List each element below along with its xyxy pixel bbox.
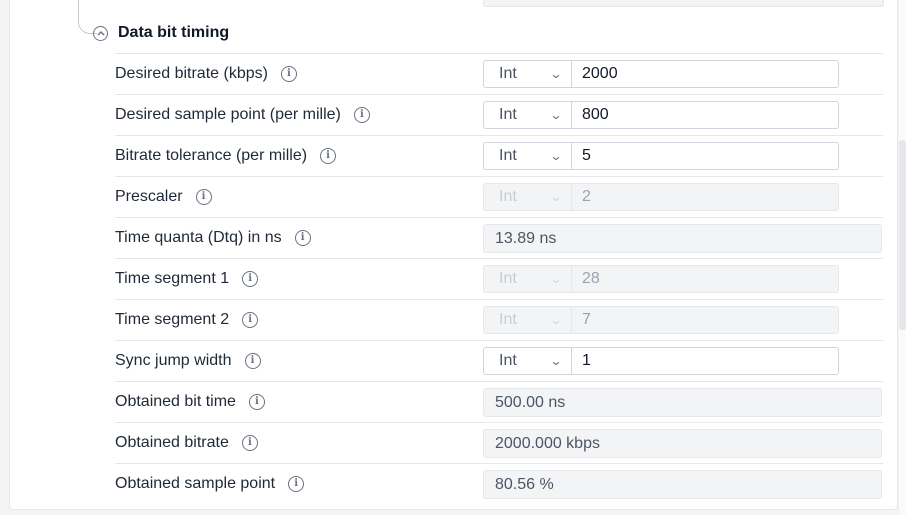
- prescaler-input-disabled: 2: [571, 183, 839, 211]
- obtained-sample-point-value: 80.56 %: [483, 470, 882, 499]
- row-obtained-bit-time: Obtained bit time i 500.00 ns: [115, 381, 883, 422]
- row-prescaler: Prescaler i Int ⌄ 2: [115, 176, 883, 217]
- time-segment-1-input-disabled: 28: [571, 265, 839, 293]
- row-obtained-bitrate: Obtained bitrate i 2000.000 kbps: [115, 422, 883, 463]
- field-label: Obtained sample point: [115, 475, 276, 492]
- field-label: Obtained bitrate: [115, 434, 229, 451]
- field-label: Obtained bit time: [115, 393, 236, 410]
- type-select[interactable]: Int ⌄: [483, 347, 571, 375]
- desired-bitrate-input[interactable]: 2000: [571, 60, 839, 88]
- info-icon[interactable]: i: [242, 271, 259, 287]
- row-desired-bitrate: Desired bitrate (kbps) i Int ⌄ 2000: [115, 53, 883, 94]
- type-select-disabled: Int ⌄: [483, 306, 571, 334]
- info-icon[interactable]: i: [288, 476, 305, 492]
- info-icon[interactable]: i: [242, 312, 259, 328]
- type-select[interactable]: Int ⌄: [483, 60, 571, 88]
- row-time-segment-2: Time segment 2 i Int ⌄ 7: [115, 299, 883, 340]
- type-select-disabled: Int ⌄: [483, 183, 571, 211]
- field-label: Prescaler: [115, 188, 183, 205]
- data-bit-timing-rows: Desired bitrate (kbps) i Int ⌄ 2000 Desir…: [115, 53, 883, 504]
- type-select-disabled: Int ⌄: [483, 265, 571, 293]
- row-bitrate-tolerance: Bitrate tolerance (per mille) i Int ⌄ 5: [115, 135, 883, 176]
- info-icon[interactable]: i: [294, 230, 311, 246]
- field-label: Desired bitrate (kbps): [115, 65, 268, 82]
- field-label: Bitrate tolerance (per mille): [115, 147, 308, 164]
- row-time-quanta: Time quanta (Dtq) in ns i 13.89 ns: [115, 217, 883, 258]
- chevron-down-icon: ⌄: [549, 354, 563, 368]
- obtained-bit-time-value: 500.00 ns: [483, 388, 882, 417]
- chevron-down-icon: ⌄: [549, 67, 563, 81]
- chevron-up-icon[interactable]: [93, 25, 108, 41]
- field-label: Time segment 1: [115, 270, 230, 287]
- sync-jump-width-input[interactable]: 1: [571, 347, 839, 375]
- time-quanta-value: 13.89 ns: [483, 224, 882, 253]
- row-desired-sample-point: Desired sample point (per mille) i Int ⌄ …: [115, 94, 883, 135]
- previous-field-readonly: [483, 0, 884, 7]
- info-icon[interactable]: i: [241, 435, 258, 451]
- info-icon[interactable]: i: [320, 148, 337, 164]
- chevron-down-icon: ⌄: [549, 190, 563, 204]
- field-label: Time segment 2: [115, 311, 230, 328]
- field-label: Sync jump width: [115, 352, 232, 369]
- info-icon[interactable]: i: [280, 66, 297, 82]
- chevron-down-icon: ⌄: [549, 313, 563, 327]
- row-obtained-sample-point: Obtained sample point i 80.56 %: [115, 463, 883, 504]
- chevron-down-icon: ⌄: [549, 272, 563, 286]
- info-icon[interactable]: i: [195, 189, 212, 205]
- bitrate-tolerance-input[interactable]: 5: [571, 142, 839, 170]
- info-icon[interactable]: i: [248, 394, 265, 410]
- time-segment-2-input-disabled: 7: [571, 306, 839, 334]
- section-header-data-bit-timing[interactable]: Data bit timing: [93, 22, 229, 44]
- section-title: Data bit timing: [118, 24, 230, 41]
- row-sync-jump-width: Sync jump width i Int ⌄ 1: [115, 340, 883, 381]
- scrollbar-thumb[interactable]: [899, 140, 906, 330]
- desired-sample-point-input[interactable]: 800: [571, 101, 839, 129]
- chevron-down-icon: ⌄: [549, 149, 563, 163]
- type-select[interactable]: Int ⌄: [483, 142, 571, 170]
- row-time-segment-1: Time segment 1 i Int ⌄ 28: [115, 258, 883, 299]
- type-select[interactable]: Int ⌄: [483, 101, 571, 129]
- obtained-bitrate-value: 2000.000 kbps: [483, 429, 882, 458]
- info-icon[interactable]: i: [244, 353, 261, 369]
- info-icon[interactable]: i: [353, 107, 370, 123]
- chevron-down-icon: ⌄: [549, 108, 563, 122]
- field-label: Time quanta (Dtq) in ns: [115, 229, 282, 246]
- field-label: Desired sample point (per mille): [115, 106, 341, 123]
